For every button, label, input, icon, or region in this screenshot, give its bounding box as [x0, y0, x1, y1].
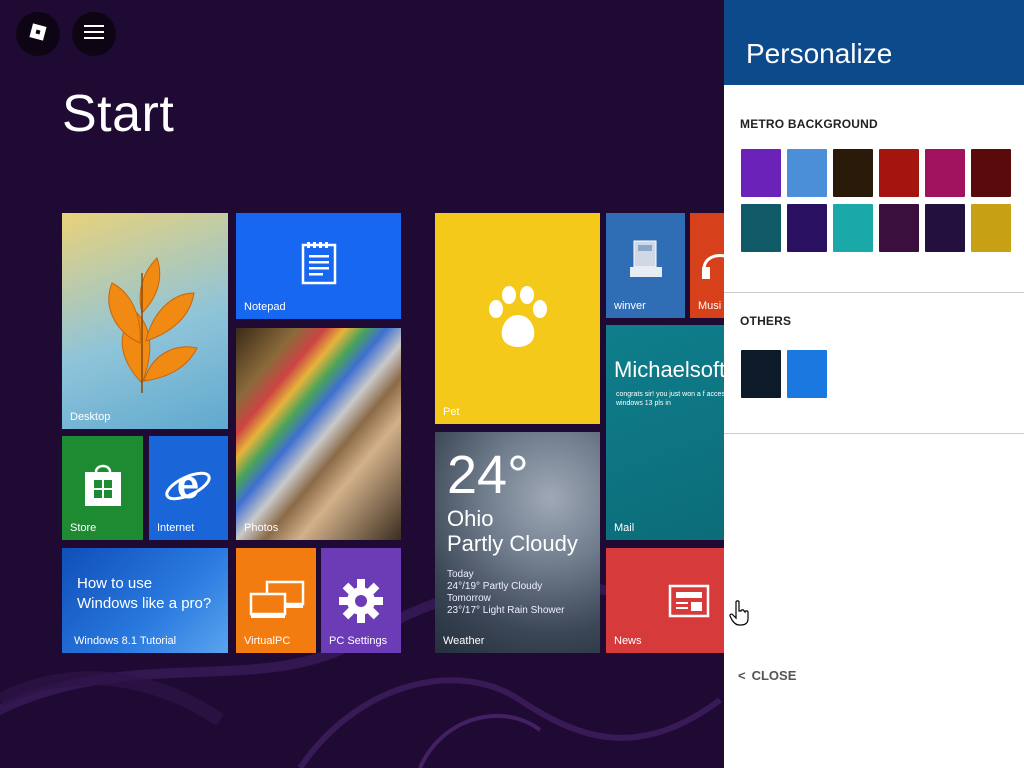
tile-mail[interactable]: Michaelsoft congrats sir! you just won a…	[606, 325, 730, 540]
divider	[724, 292, 1024, 293]
tile-winver[interactable]: winver	[606, 213, 685, 318]
tile-label: Musi	[698, 300, 722, 312]
background-swatch[interactable]	[787, 204, 827, 252]
background-swatch[interactable]	[925, 204, 965, 252]
start-title: Start	[62, 85, 175, 143]
tile-label: Mail	[614, 522, 635, 534]
mail-sender: Michaelsoft	[614, 357, 726, 382]
background-swatch[interactable]	[971, 149, 1011, 197]
panel-header: Personalize	[724, 0, 1024, 85]
forecast-today-label: Today	[447, 569, 474, 580]
tile-label: Store	[70, 522, 97, 534]
computer-icon	[630, 240, 662, 277]
divider	[724, 433, 1024, 434]
paw-print-icon	[489, 286, 547, 347]
forecast-tomorrow: 23°/17° Light Rain Shower	[447, 605, 565, 616]
tile-internet[interactable]: e Internet	[149, 436, 228, 540]
tile-photos[interactable]: Photos	[236, 328, 401, 540]
roblox-menu-button[interactable]	[16, 12, 60, 56]
forecast-today: 24°/19° Partly Cloudy	[447, 581, 543, 592]
background-swatch[interactable]	[741, 149, 781, 197]
tile-label: Internet	[157, 522, 195, 534]
tile-pc-settings[interactable]: PC Settings	[321, 548, 401, 653]
close-label: CLOSE	[751, 668, 797, 683]
background-swatch[interactable]	[925, 149, 965, 197]
tile-label: PC Settings	[329, 635, 388, 647]
autumn-leaf-image	[108, 257, 198, 393]
tile-label: Windows 8.1 Tutorial	[74, 635, 177, 647]
hamburger-icon	[84, 24, 104, 45]
personalize-panel: Personalize METRO BACKGROUND OTHERS < CL…	[724, 0, 1024, 768]
others-label: OTHERS	[740, 314, 792, 328]
notepad-icon	[301, 242, 337, 285]
roblox-icon	[27, 21, 49, 48]
tile-label: Desktop	[70, 411, 111, 423]
tile-label: VirtualPC	[244, 635, 291, 647]
tile-windows-tutorial[interactable]: How to use Windows like a pro? Windows 8…	[62, 548, 228, 653]
background-swatch[interactable]	[741, 350, 781, 398]
tile-label: Weather	[443, 635, 485, 647]
internet-explorer-icon: e	[165, 463, 211, 507]
metro-background-label: METRO BACKGROUND	[740, 117, 878, 131]
tile-news[interactable]: News	[606, 548, 730, 653]
tutorial-text: How to use Windows like a pro?	[77, 575, 212, 612]
background-swatch[interactable]	[879, 149, 919, 197]
background-swatch[interactable]	[833, 149, 873, 197]
tile-label: winver	[614, 300, 646, 312]
tile-desktop[interactable]: Desktop	[62, 213, 228, 429]
background-swatch[interactable]	[741, 204, 781, 252]
tile-virtualpc[interactable]: VirtualPC	[236, 548, 316, 653]
panel-title: Personalize	[746, 38, 893, 69]
tile-label: News	[614, 635, 642, 647]
background-swatch[interactable]	[833, 204, 873, 252]
tile-notepad[interactable]: Notepad	[236, 213, 401, 319]
mail-snippet: congrats sir! you just won a f access to…	[616, 391, 730, 407]
background-swatch[interactable]	[787, 350, 827, 398]
close-button[interactable]: < CLOSE	[738, 668, 796, 683]
news-icon	[668, 584, 710, 618]
weather-condition: Partly Cloudy	[447, 531, 578, 556]
store-bag-icon	[85, 464, 121, 506]
tile-label: Photos	[244, 522, 279, 534]
tile-weather[interactable]: 24° Ohio Partly Cloudy Today 24°/19° Par…	[435, 432, 600, 653]
background-swatch[interactable]	[787, 149, 827, 197]
hamburger-menu-button[interactable]	[72, 12, 116, 56]
tile-label: Notepad	[244, 301, 286, 313]
tile-pet[interactable]: Pet	[435, 213, 600, 424]
tile-store[interactable]: Store	[62, 436, 143, 540]
gear-icon	[339, 579, 383, 623]
chevron-left-icon: <	[738, 668, 746, 683]
virtualpc-icon	[249, 580, 305, 618]
tile-label: Pet	[443, 406, 460, 418]
forecast-tomorrow-label: Tomorrow	[447, 593, 491, 604]
weather-city: Ohio	[447, 506, 494, 531]
background-swatch[interactable]	[971, 204, 1011, 252]
hand-cursor-icon	[729, 600, 749, 626]
weather-temperature: 24°	[447, 445, 529, 505]
svg-text:e: e	[177, 463, 199, 507]
background-swatch[interactable]	[879, 204, 919, 252]
